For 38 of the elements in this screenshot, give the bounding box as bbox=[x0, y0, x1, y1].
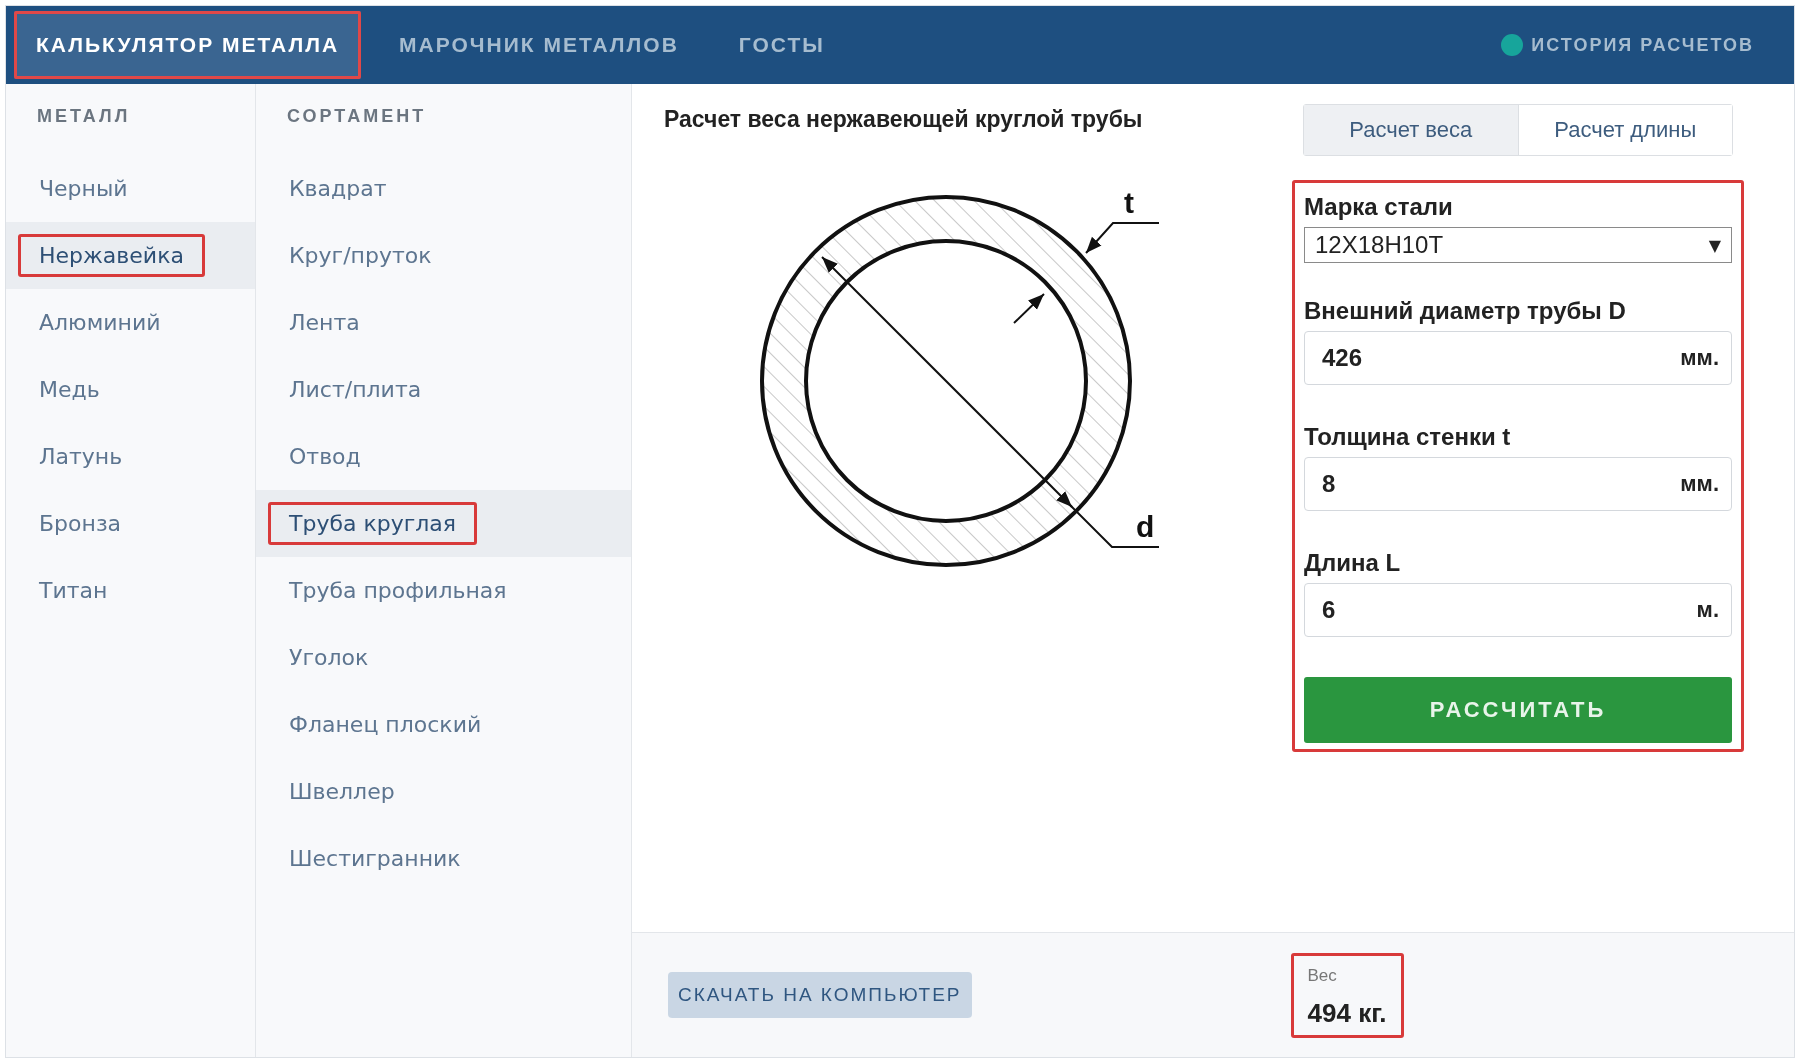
download-button[interactable]: СКАЧАТЬ НА КОМПЬЮТЕР bbox=[668, 972, 972, 1018]
metal-item[interactable]: Бронза bbox=[6, 490, 255, 557]
assortment-item[interactable]: Отвод bbox=[256, 423, 631, 490]
field-label: Внешний диаметр трубы D bbox=[1304, 297, 1627, 325]
assortment-item[interactable]: Лента bbox=[256, 289, 631, 356]
assortment-item[interactable]: Труба профильная bbox=[256, 557, 631, 624]
input-field[interactable]: 6 м. bbox=[1304, 583, 1732, 637]
input-field[interactable]: 8 мм. bbox=[1304, 457, 1732, 511]
field-label: Толщина стенки t bbox=[1304, 423, 1512, 451]
history-link[interactable]: ИСТОРИЯ РАСЧЕТОВ bbox=[1531, 34, 1754, 56]
input-field[interactable]: 426 мм. bbox=[1304, 331, 1732, 385]
assortment-item[interactable]: Круг/пруток bbox=[256, 222, 631, 289]
column-heading: МЕТАЛЛ bbox=[36, 106, 132, 128]
page-title: Расчет веса нержавеющей круглой трубы bbox=[664, 106, 1144, 133]
result-value: 494 кг. bbox=[1307, 997, 1387, 1029]
nav-tab[interactable]: МАРОЧНИК МЕТАЛЛОВ bbox=[377, 11, 701, 79]
assortment-item[interactable]: Уголок bbox=[256, 624, 631, 691]
result-label: Вес bbox=[1307, 965, 1338, 986]
metal-item[interactable]: Алюминий bbox=[6, 289, 255, 356]
metal-item[interactable]: Титан bbox=[6, 557, 255, 624]
field-label: Марка стали bbox=[1304, 193, 1454, 221]
assortment-item[interactable]: Труба круглая bbox=[256, 490, 631, 557]
assortment-item[interactable]: Лист/плита bbox=[256, 356, 631, 423]
assortment-item[interactable]: Квадрат bbox=[256, 155, 631, 222]
metal-item[interactable]: Нержавейка bbox=[6, 222, 255, 289]
assortment-item[interactable]: Швеллер bbox=[256, 758, 631, 825]
nav-tab[interactable]: КАЛЬКУЛЯТОР МЕТАЛЛА bbox=[14, 11, 362, 79]
metal-item[interactable]: Черный bbox=[6, 155, 255, 222]
nav-tab[interactable]: ГОСТЫ bbox=[716, 11, 847, 79]
calculate-button[interactable]: РАССЧИТАТЬ bbox=[1304, 677, 1732, 743]
assortment-item[interactable]: Шестигранник bbox=[256, 825, 631, 892]
column-heading: СОРТАМЕНТ bbox=[286, 106, 428, 128]
metal-item[interactable]: Медь bbox=[6, 356, 255, 423]
metal-item[interactable]: Латунь bbox=[6, 423, 255, 490]
field-label: Длина L bbox=[1304, 549, 1402, 577]
steel-grade-dropdown[interactable]: 12Х18Н10Т ▼ bbox=[1304, 227, 1732, 263]
assortment-item[interactable]: Фланец плоский bbox=[256, 691, 631, 758]
mode-tab[interactable]: Расчет веса bbox=[1304, 105, 1519, 155]
